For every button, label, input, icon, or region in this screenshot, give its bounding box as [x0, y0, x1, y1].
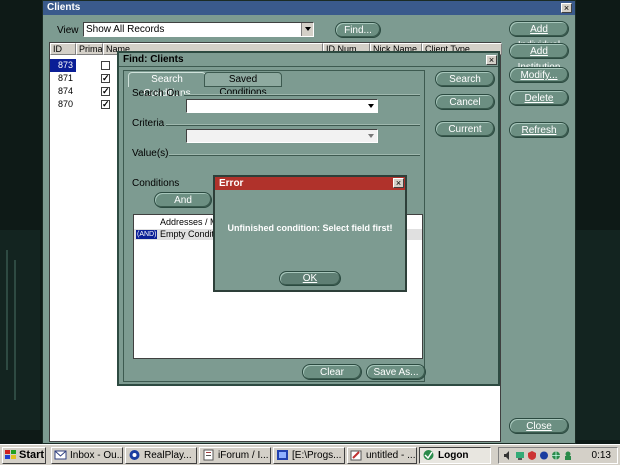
task-realplayer[interactable]: RealPlay...	[125, 447, 197, 464]
cancel-button[interactable]: Cancel	[435, 94, 495, 110]
task-label: Logon	[438, 450, 469, 461]
search-button-label: Search	[449, 74, 481, 85]
row-id: 874	[57, 86, 73, 96]
row-id: 873	[50, 59, 76, 72]
globe-icon[interactable]	[551, 450, 561, 461]
paint-icon	[350, 449, 363, 461]
task-logon[interactable]: Logon	[419, 447, 491, 464]
close-label: Close	[526, 421, 552, 432]
ok-button-label: OK	[302, 273, 318, 284]
search-on-select[interactable]	[186, 99, 378, 113]
task-label: iForum / I...	[218, 450, 269, 461]
delete-button[interactable]: Delete	[509, 90, 569, 106]
tab-saved-conditions[interactable]: Saved Conditions	[204, 72, 282, 98]
search-on-label: Search On	[132, 88, 180, 99]
refresh-button[interactable]: Refresh	[509, 122, 569, 138]
list-item[interactable]: Empty Conditio	[160, 229, 221, 239]
conditions-label: Conditions	[132, 178, 180, 189]
task-explorer[interactable]: [E:\Progs...	[273, 447, 345, 464]
system-tray: 0:13	[498, 447, 618, 464]
divider	[166, 124, 420, 126]
desktop-decoration-line	[6, 250, 8, 370]
clients-title: Clients	[47, 2, 81, 13]
criteria-select[interactable]	[186, 129, 378, 143]
primary-checkbox[interactable]: ✓	[101, 100, 110, 109]
folder-icon	[276, 449, 289, 461]
chevron-down-icon[interactable]	[301, 23, 313, 36]
find-button-label: Find...	[344, 25, 372, 36]
speaker-icon[interactable]	[503, 450, 513, 461]
desktop-background-panel	[574, 230, 620, 440]
logon-icon	[422, 449, 435, 461]
clear-button[interactable]: Clear	[302, 364, 362, 380]
view-select-value: Show All Records	[86, 24, 165, 35]
task-label: Inbox - Ou...	[70, 450, 123, 461]
messenger-icon[interactable]	[563, 450, 573, 461]
list-item[interactable]: Addresses / M	[160, 217, 218, 227]
clock: 0:13	[591, 450, 611, 461]
tab-search-conditions[interactable]: Search Conditions	[128, 72, 206, 99]
view-label: View	[57, 25, 79, 36]
condition-badge: (AND)	[136, 230, 158, 239]
cancel-button-label: Cancel	[449, 97, 481, 108]
find-close-icon[interactable]: ×	[486, 55, 497, 65]
windows-logo-icon	[5, 450, 16, 460]
error-titlebar: Error	[215, 177, 405, 190]
error-title: Error	[219, 178, 244, 189]
clear-button-label: Clear	[320, 367, 344, 378]
save-as-button[interactable]: Save As...	[366, 364, 426, 380]
desktop-decoration-line	[14, 260, 16, 400]
divider	[184, 94, 420, 96]
current-button[interactable]: Current	[435, 121, 495, 137]
row-id: 871	[57, 73, 73, 83]
save-as-button-label: Save As...	[373, 367, 419, 378]
delete-label: Delete	[524, 93, 554, 104]
and-button[interactable]: And	[154, 192, 212, 208]
current-button-label: Current	[448, 124, 482, 135]
row-id: 870	[57, 99, 73, 109]
primary-checkbox[interactable]: ✓	[101, 87, 110, 96]
add-institution-button[interactable]: Add Institution	[509, 43, 569, 73]
find-button[interactable]: Find...	[335, 22, 381, 38]
modify-button[interactable]: Modify...	[509, 67, 569, 83]
chevron-down-icon[interactable]	[365, 100, 377, 112]
column-header-id[interactable]: ID	[50, 43, 76, 55]
antivirus-icon[interactable]	[527, 450, 537, 461]
primary-checkbox[interactable]: ✓	[101, 74, 110, 83]
error-close-icon[interactable]: ×	[393, 178, 404, 188]
error-message: Unfinished condition: Select field first…	[227, 223, 393, 233]
close-button[interactable]: Close	[509, 418, 569, 434]
chevron-down-icon[interactable]	[365, 130, 377, 142]
view-select[interactable]: Show All Records	[83, 22, 314, 37]
realplayer-icon	[128, 449, 141, 461]
ok-button[interactable]: OK	[279, 271, 341, 286]
add-individual-button[interactable]: Add Individual	[509, 21, 569, 51]
task-label: RealPlay...	[144, 450, 192, 461]
start-label: Start	[19, 449, 45, 461]
search-button[interactable]: Search	[435, 71, 495, 87]
clients-titlebar: Clients	[43, 1, 575, 15]
divider	[169, 154, 420, 156]
task-paint[interactable]: untitled - ...	[347, 447, 417, 464]
modify-label: Modify...	[520, 70, 558, 81]
task-inbox[interactable]: Inbox - Ou...	[51, 447, 123, 464]
find-title: Find: Clients	[123, 54, 184, 65]
task-iforum[interactable]: iForum / I...	[199, 447, 271, 464]
refresh-label: Refresh	[521, 125, 557, 136]
column-header-primary[interactable]: Primary	[76, 43, 103, 55]
start-button[interactable]: Start	[2, 447, 46, 464]
primary-checkbox[interactable]	[101, 61, 110, 70]
task-label: untitled - ...	[366, 450, 416, 461]
document-icon	[202, 449, 215, 461]
clients-close-icon[interactable]: ×	[561, 3, 572, 13]
error-dialog: Error × Unfinished condition: Select fie…	[213, 175, 407, 292]
find-titlebar: Find: Clients	[119, 53, 498, 67]
and-button-label: And	[174, 195, 192, 206]
criteria-label: Criteria	[132, 118, 165, 129]
values-label: Value(s)	[132, 148, 169, 159]
task-label: [E:\Progs...	[292, 450, 342, 461]
inbox-icon	[54, 449, 67, 461]
network-icon[interactable]	[515, 450, 525, 461]
realplayer-tray-icon[interactable]	[539, 450, 549, 461]
